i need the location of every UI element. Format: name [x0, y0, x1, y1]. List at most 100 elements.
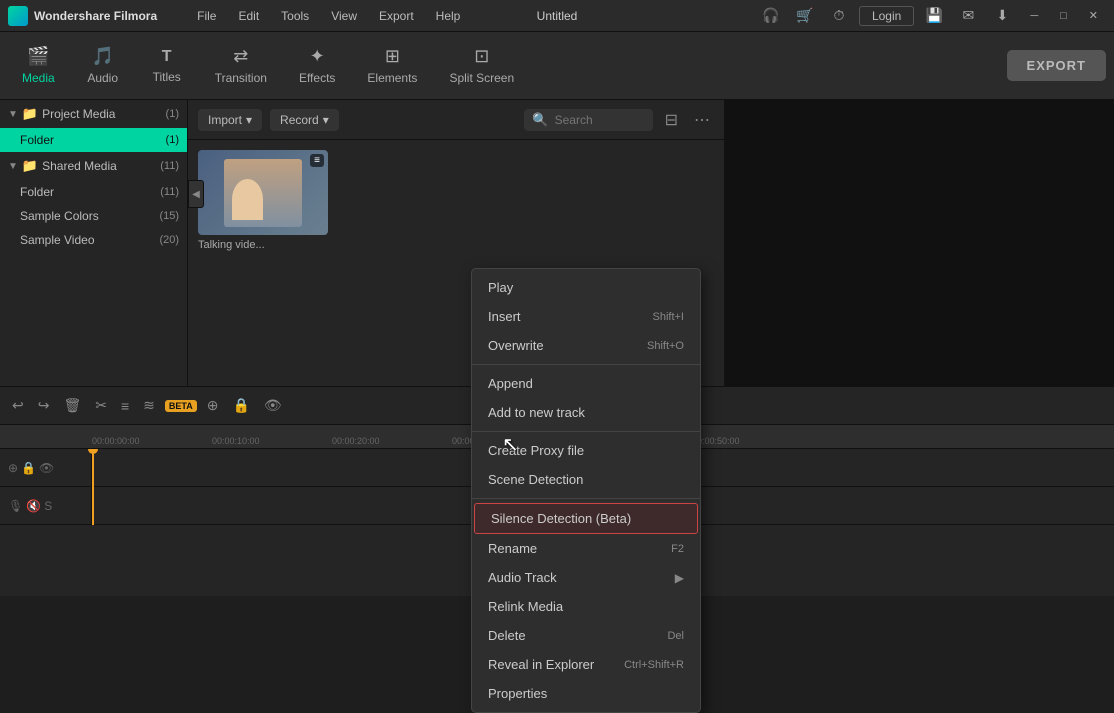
save-icon[interactable]: 💾 — [920, 5, 948, 27]
import-button[interactable]: Import ▾ — [198, 109, 262, 131]
ctx-scene-label: Scene Detection — [488, 472, 583, 487]
filter-icon[interactable]: ⊟ — [661, 108, 682, 132]
ruler-mark-20: 00:00:20:00 — [332, 436, 452, 446]
ctx-sep-3 — [472, 498, 700, 499]
tab-elements[interactable]: ⊞ Elements — [353, 40, 431, 91]
playhead[interactable] — [92, 449, 94, 525]
folder-item-count: (1) — [166, 134, 179, 146]
lock-button[interactable]: 🔒 — [228, 393, 253, 418]
ctx-rename-label: Rename — [488, 541, 537, 556]
ctx-add-track[interactable]: Add to new track — [472, 398, 700, 427]
menu-bar: File Edit Tools View Export Help — [187, 5, 757, 27]
shared-media-header[interactable]: ▼ 📁 Shared Media (11) — [0, 152, 187, 180]
ctx-insert[interactable]: Insert Shift+I — [472, 302, 700, 331]
ctx-silence-detection[interactable]: Silence Detection (Beta) — [474, 503, 698, 534]
ctx-play[interactable]: Play — [472, 273, 700, 302]
menu-help[interactable]: Help — [426, 5, 471, 27]
ctx-add-track-label: Add to new track — [488, 405, 585, 420]
transition-tab-label: Transition — [215, 71, 267, 85]
tab-titles[interactable]: T Titles — [137, 42, 197, 90]
cart-icon[interactable]: 🛒 — [791, 5, 819, 27]
redo-button[interactable]: ↪ — [34, 393, 54, 418]
ctx-silence-label: Silence Detection (Beta) — [491, 511, 631, 526]
tab-media[interactable]: 🎬 Media — [8, 40, 69, 91]
ctx-create-proxy[interactable]: Create Proxy file — [472, 436, 700, 465]
tab-effects[interactable]: ✦ Effects — [285, 40, 349, 91]
ctx-scene-detection[interactable]: Scene Detection — [472, 465, 700, 494]
menu-tools[interactable]: Tools — [271, 5, 319, 27]
ctx-relink[interactable]: Relink Media — [472, 592, 700, 621]
main-toolbar: 🎬 Media 🎵 Audio T Titles ⇄ Transition ✦ … — [0, 32, 1114, 100]
media-thumb-label: Talking vide... — [198, 239, 328, 251]
maximize-button[interactable]: □ — [1052, 10, 1075, 22]
minimize-button[interactable]: ─ — [1022, 10, 1046, 22]
track-mute-icon[interactable]: 🔇 — [26, 499, 41, 513]
sample-colors-item[interactable]: Sample Colors (15) — [0, 204, 187, 228]
download-icon[interactable]: ⬇ — [988, 5, 1016, 27]
project-media-label: Project Media — [42, 107, 161, 121]
media-thumbnail[interactable]: ≡ — [198, 150, 328, 235]
app-logo: Wondershare Filmora — [8, 6, 177, 26]
export-button[interactable]: EXPORT — [1007, 50, 1106, 81]
beta-badge: BETA — [165, 400, 197, 412]
menu-file[interactable]: File — [187, 5, 226, 27]
track-mic-icon[interactable]: 🎙 — [8, 499, 23, 513]
import-chevron-icon: ▾ — [246, 113, 252, 127]
waveform-button[interactable]: ≋ — [139, 393, 159, 418]
search-input[interactable] — [555, 113, 645, 127]
menu-edit[interactable]: Edit — [228, 5, 269, 27]
headset-icon[interactable]: 🎧 — [757, 5, 785, 27]
eye-button[interactable]: 👁 — [260, 393, 286, 418]
ctx-audio-track[interactable]: Audio Track ▶ — [472, 563, 700, 592]
ctx-properties-label: Properties — [488, 686, 547, 701]
splitscreen-tab-label: Split Screen — [449, 71, 514, 85]
record-button[interactable]: Record ▾ — [270, 109, 339, 131]
search-box: 🔍 — [524, 109, 652, 131]
track-label-video: ⊕ 🔒 👁 — [0, 449, 91, 487]
track-add-icon[interactable]: ⊕ — [8, 461, 18, 475]
audio-settings-button[interactable]: ≡ — [117, 394, 133, 418]
ctx-delete[interactable]: Delete Del — [472, 621, 700, 650]
ctx-append[interactable]: Append — [472, 369, 700, 398]
menu-export[interactable]: Export — [369, 5, 424, 27]
mail-icon[interactable]: ✉ — [954, 5, 982, 27]
ctx-overwrite-label: Overwrite — [488, 338, 544, 353]
sample-video-item[interactable]: Sample Video (20) — [0, 228, 187, 252]
login-button[interactable]: Login — [859, 6, 914, 26]
sample-video-count: (20) — [159, 234, 179, 246]
ctx-rename[interactable]: Rename F2 — [472, 534, 700, 563]
search-icon: 🔍 — [532, 112, 548, 128]
cut-button[interactable]: ✂ — [91, 393, 111, 418]
delete-clip-button[interactable]: 🗑 — [59, 393, 85, 418]
track-label-audio: 🎙 🔇 S — [0, 487, 91, 525]
grid-icon[interactable]: ⋯ — [690, 108, 714, 132]
shared-media-label: Shared Media — [42, 159, 156, 173]
track-audio-icons: 🎙 🔇 S — [8, 499, 52, 513]
title-bar: Wondershare Filmora File Edit Tools View… — [0, 0, 1114, 32]
tab-splitscreen[interactable]: ⊡ Split Screen — [435, 40, 528, 91]
ctx-properties[interactable]: Properties — [472, 679, 700, 708]
magnet-button[interactable]: ⊕ — [203, 393, 223, 418]
clock-icon[interactable]: ⏱ — [825, 5, 853, 27]
ctx-sep-2 — [472, 431, 700, 432]
track-icons: ⊕ 🔒 👁 — [8, 461, 54, 475]
track-lock-icon[interactable]: 🔒 — [21, 461, 36, 475]
project-media-folder-item[interactable]: Folder (1) — [0, 128, 187, 152]
panel-collapse-button[interactable]: ◀ — [188, 180, 204, 208]
tab-transition[interactable]: ⇄ Transition — [201, 40, 281, 91]
media-item[interactable]: ≡ Talking vide... — [198, 150, 328, 251]
undo-button[interactable]: ↩ — [8, 393, 28, 418]
shared-media-folder-item[interactable]: Folder (11) — [0, 180, 187, 204]
ctx-overwrite[interactable]: Overwrite Shift+O — [472, 331, 700, 360]
menu-view[interactable]: View — [321, 5, 367, 27]
ctx-reveal[interactable]: Reveal in Explorer Ctrl+Shift+R — [472, 650, 700, 679]
close-button[interactable]: ✕ — [1081, 9, 1106, 22]
shared-folder-count: (11) — [160, 186, 179, 198]
context-menu: Play Insert Shift+I Overwrite Shift+O Ap… — [471, 268, 701, 713]
track-solo-icon[interactable]: S — [44, 499, 52, 513]
track-eye-icon[interactable]: 👁 — [39, 461, 54, 475]
project-media-header[interactable]: ▼ 📁 Project Media (1) — [0, 100, 187, 128]
titlebar-right: 🎧 🛒 ⏱ Login 💾 ✉ ⬇ ─ □ ✕ — [757, 5, 1106, 27]
tab-audio[interactable]: 🎵 Audio — [73, 40, 133, 91]
elements-tab-icon: ⊞ — [385, 46, 400, 67]
